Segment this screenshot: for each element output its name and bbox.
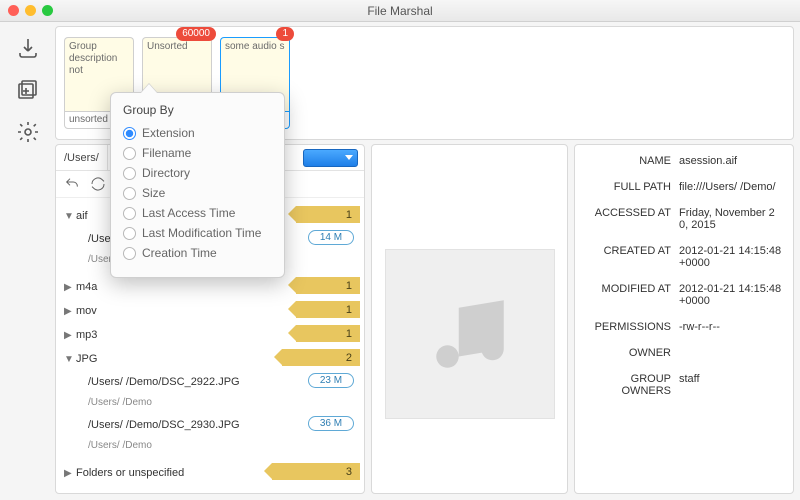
- group-card-footer: unsorted: [69, 114, 108, 125]
- option-label: Extension: [142, 126, 195, 140]
- detail-val: [679, 347, 783, 359]
- radio-icon[interactable]: [123, 207, 136, 220]
- group-card-title: Group description not: [69, 41, 117, 76]
- gear-icon[interactable]: [14, 118, 42, 146]
- count-bar: 2: [282, 349, 360, 366]
- refresh-icon[interactable]: [90, 176, 106, 192]
- group-badge: 60000: [176, 27, 216, 41]
- detail-val: Friday, November 20, 2015: [679, 207, 783, 231]
- detail-key: ACCESSED AT: [585, 207, 671, 231]
- chevron-right-icon[interactable]: ▶: [64, 306, 76, 317]
- group-badge: 1: [276, 27, 294, 41]
- chevron-right-icon[interactable]: ▶: [64, 282, 76, 293]
- count-bar: 1: [296, 301, 360, 318]
- detail-val: 2012-01-21 14:15:48 +0000: [679, 245, 783, 269]
- detail-key: FULL PATH: [585, 181, 671, 193]
- group-by-option[interactable]: Creation Time: [123, 243, 272, 263]
- radio-icon[interactable]: [123, 187, 136, 200]
- group-by-option[interactable]: Last Modification Time: [123, 223, 272, 243]
- radio-icon[interactable]: [123, 227, 136, 240]
- group-card-title: Unsorted: [147, 41, 188, 52]
- detail-key: OWNER: [585, 347, 671, 359]
- minimize-button[interactable]: [25, 5, 36, 16]
- group-by-option[interactable]: Size: [123, 183, 272, 203]
- chevron-down-icon[interactable]: ▼: [64, 354, 76, 365]
- detail-val: 2012-01-21 14:15:48 +0000: [679, 283, 783, 307]
- radio-icon[interactable]: [123, 147, 136, 160]
- radio-icon[interactable]: [123, 247, 136, 260]
- detail-val: -rw-r--r--: [679, 321, 783, 333]
- detail-val: staff: [679, 373, 783, 397]
- popover-title: Group By: [123, 103, 272, 117]
- tree-file-path: /Users/ /Demo: [60, 392, 360, 412]
- import-icon[interactable]: [14, 34, 42, 62]
- size-pill: 14 M: [308, 230, 354, 245]
- size-pill: 23 M: [308, 373, 354, 388]
- detail-key: NAME: [585, 155, 671, 167]
- count-bar: 1: [296, 206, 360, 223]
- tree-file-path: /Users/ /Demo: [60, 435, 360, 455]
- left-toolbar: [0, 22, 55, 500]
- group-by-option[interactable]: Directory: [123, 163, 272, 183]
- tree-group-mov[interactable]: ▶ mov 1: [60, 301, 360, 321]
- detail-val: file:///Users/ /Demo/: [679, 181, 783, 193]
- detail-key: CREATED AT: [585, 245, 671, 269]
- window-controls: [8, 5, 53, 16]
- radio-icon[interactable]: [123, 127, 136, 140]
- close-button[interactable]: [8, 5, 19, 16]
- detail-val: asession.aif: [679, 155, 783, 167]
- detail-key: GROUP OWNERS: [585, 373, 671, 397]
- group-by-option[interactable]: Last Access Time: [123, 203, 272, 223]
- option-label: Last Modification Time: [142, 226, 261, 240]
- size-pill: 36 M: [308, 416, 354, 431]
- count-bar: 3: [272, 463, 360, 480]
- group-by-popover: Group By Extension Filename Directory Size L…: [110, 92, 285, 278]
- tree-group-jpg[interactable]: ▼ JPG 2: [60, 349, 360, 369]
- tree-group-unspecified[interactable]: ▶ Folders or unspecified 3: [60, 463, 360, 483]
- preview-thumbnail: [385, 249, 555, 419]
- add-collection-icon[interactable]: [14, 76, 42, 104]
- tree-file[interactable]: /Users/ /Demo/DSC_2922.JPG 23 M: [60, 372, 360, 392]
- zoom-button[interactable]: [42, 5, 53, 16]
- option-label: Size: [142, 186, 165, 200]
- path-dropdown[interactable]: [303, 149, 358, 167]
- chevron-right-icon[interactable]: ▶: [64, 330, 76, 341]
- group-card-title: some audio s: [225, 41, 284, 52]
- undo-icon[interactable]: [64, 176, 80, 192]
- count-bar: 1: [296, 325, 360, 342]
- titlebar: File Marshal: [0, 0, 800, 22]
- radio-icon[interactable]: [123, 167, 136, 180]
- group-by-option[interactable]: Extension: [123, 123, 272, 143]
- tree-file[interactable]: /Users/ /Demo/DSC_2930.JPG 36 M: [60, 415, 360, 435]
- option-label: Last Access Time: [142, 206, 235, 220]
- detail-key: PERMISSIONS: [585, 321, 671, 333]
- group-by-option[interactable]: Filename: [123, 143, 272, 163]
- preview-pane: [371, 144, 568, 494]
- window-title: File Marshal: [0, 4, 800, 18]
- chevron-down-icon[interactable]: ▼: [64, 211, 76, 222]
- details-pane: NAME asession.aif FULL PATH file:///Users/…: [574, 144, 794, 494]
- option-label: Filename: [142, 146, 191, 160]
- detail-key: MODIFIED AT: [585, 283, 671, 307]
- tree-group-m4a[interactable]: ▶ m4a 1: [60, 277, 360, 297]
- count-bar: 1: [296, 277, 360, 294]
- crumb[interactable]: /Users/: [56, 145, 108, 170]
- option-label: Directory: [142, 166, 190, 180]
- chevron-right-icon[interactable]: ▶: [64, 468, 76, 479]
- tree-group-mp3[interactable]: ▶ mp3 1: [60, 325, 360, 345]
- music-note-icon: [425, 289, 515, 379]
- option-label: Creation Time: [142, 246, 217, 260]
